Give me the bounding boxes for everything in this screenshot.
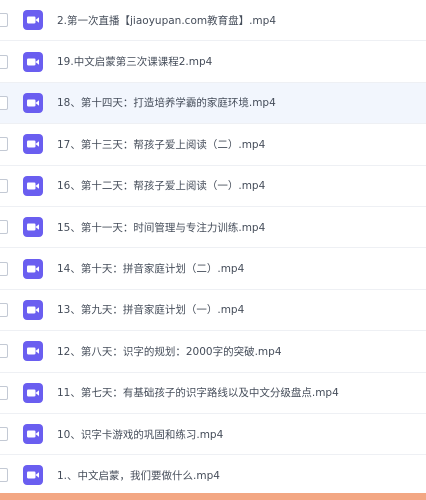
- row-checkbox[interactable]: [0, 54, 8, 69]
- row-checkbox[interactable]: [0, 178, 8, 193]
- file-row[interactable]: 19.中文启蒙第三次课课程2.mp4: [0, 41, 426, 83]
- video-file-icon: [23, 217, 43, 238]
- video-file-icon: [23, 175, 43, 196]
- file-name[interactable]: 15、第十一天：时间管理与专注力训练.mp4: [57, 207, 265, 247]
- file-row[interactable]: 10、识字卡游戏的巩固和练习.mp4: [0, 414, 426, 456]
- bottom-bar: [0, 493, 426, 500]
- file-name[interactable]: 1.、中文启蒙，我们要做什么.mp4: [57, 455, 220, 495]
- video-file-icon: [23, 382, 43, 403]
- file-name[interactable]: 14、第十天：拼音家庭计划（二）.mp4: [57, 248, 244, 288]
- row-checkbox[interactable]: [0, 344, 8, 359]
- file-row[interactable]: 1.、中文启蒙，我们要做什么.mp4: [0, 455, 426, 497]
- file-name[interactable]: 13、第九天：拼音家庭计划（一）.mp4: [57, 290, 244, 330]
- file-name[interactable]: 11、第七天：有基础孩子的识字路线以及中文分级盘点.mp4: [57, 373, 339, 413]
- row-checkbox[interactable]: [0, 95, 8, 110]
- video-file-icon: [23, 424, 43, 445]
- row-checkbox[interactable]: [0, 220, 8, 235]
- file-row[interactable]: 18、第十四天：打造培养学霸的家庭环境.mp4: [0, 82, 426, 125]
- row-checkbox[interactable]: [0, 468, 8, 483]
- video-file-icon: [23, 51, 43, 72]
- video-file-icon: [23, 465, 43, 486]
- file-name[interactable]: 16、第十二天：帮孩子爱上阅读（一）.mp4: [57, 166, 265, 206]
- file-row[interactable]: 15、第十一天：时间管理与专注力训练.mp4: [0, 207, 426, 249]
- file-name[interactable]: 10、识字卡游戏的巩固和练习.mp4: [57, 414, 223, 454]
- row-checkbox[interactable]: [0, 13, 8, 28]
- file-name[interactable]: 2.第一次直播【jiaoyupan.com教育盘】.mp4: [57, 0, 276, 40]
- video-file-icon: [23, 341, 43, 362]
- file-row[interactable]: 14、第十天：拼音家庭计划（二）.mp4: [0, 248, 426, 290]
- row-checkbox[interactable]: [0, 302, 8, 317]
- file-list: 2.第一次直播【jiaoyupan.com教育盘】.mp4 19.中文启蒙第三次课…: [0, 0, 426, 497]
- row-checkbox[interactable]: [0, 261, 8, 276]
- file-name[interactable]: 18、第十四天：打造培养学霸的家庭环境.mp4: [57, 83, 276, 123]
- video-file-icon: [23, 258, 43, 279]
- file-row[interactable]: 11、第七天：有基础孩子的识字路线以及中文分级盘点.mp4: [0, 373, 426, 414]
- row-checkbox[interactable]: [0, 427, 8, 442]
- video-file-icon: [23, 92, 43, 113]
- file-row[interactable]: 12、第八天：识字的规划：2000字的突破.mp4: [0, 331, 426, 373]
- video-file-icon: [23, 299, 43, 320]
- file-name[interactable]: 19.中文启蒙第三次课课程2.mp4: [57, 41, 212, 81]
- file-row[interactable]: 2.第一次直播【jiaoyupan.com教育盘】.mp4: [0, 0, 426, 42]
- row-checkbox[interactable]: [0, 385, 8, 400]
- file-row[interactable]: 13、第九天：拼音家庭计划（一）.mp4: [0, 290, 426, 332]
- file-name[interactable]: 17、第十三天：帮孩子爱上阅读（二）.mp4: [57, 124, 265, 164]
- video-file-icon: [23, 134, 43, 155]
- file-row[interactable]: 16、第十二天：帮孩子爱上阅读（一）.mp4: [0, 166, 426, 207]
- row-checkbox[interactable]: [0, 137, 8, 152]
- file-row[interactable]: 17、第十三天：帮孩子爱上阅读（二）.mp4: [0, 124, 426, 166]
- file-name[interactable]: 12、第八天：识字的规划：2000字的突破.mp4: [57, 331, 282, 371]
- video-file-icon: [23, 10, 43, 31]
